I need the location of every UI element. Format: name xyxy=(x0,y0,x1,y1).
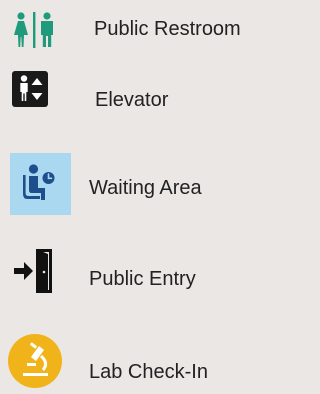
entry-icon xyxy=(14,249,60,293)
legend-item-lab-check-in: Lab Check-In xyxy=(0,330,291,394)
legend-label: Public Restroom xyxy=(94,18,241,40)
legend-label: Waiting Area xyxy=(89,177,202,199)
legend-item-elevator: Elevator xyxy=(0,70,291,130)
legend-label: Public Entry xyxy=(89,268,196,290)
restroom-icon xyxy=(13,12,57,48)
legend-item-public-restroom: Public Restroom xyxy=(0,0,291,60)
legend-label: Lab Check-In xyxy=(89,361,208,383)
legend-item-waiting-area: Waiting Area xyxy=(0,150,291,215)
elevator-icon xyxy=(12,71,48,107)
microscope-icon xyxy=(8,334,62,388)
legend-item-public-entry: Public Entry xyxy=(0,240,291,300)
waiting-area-icon xyxy=(10,153,71,215)
legend-label: Elevator xyxy=(95,89,169,111)
